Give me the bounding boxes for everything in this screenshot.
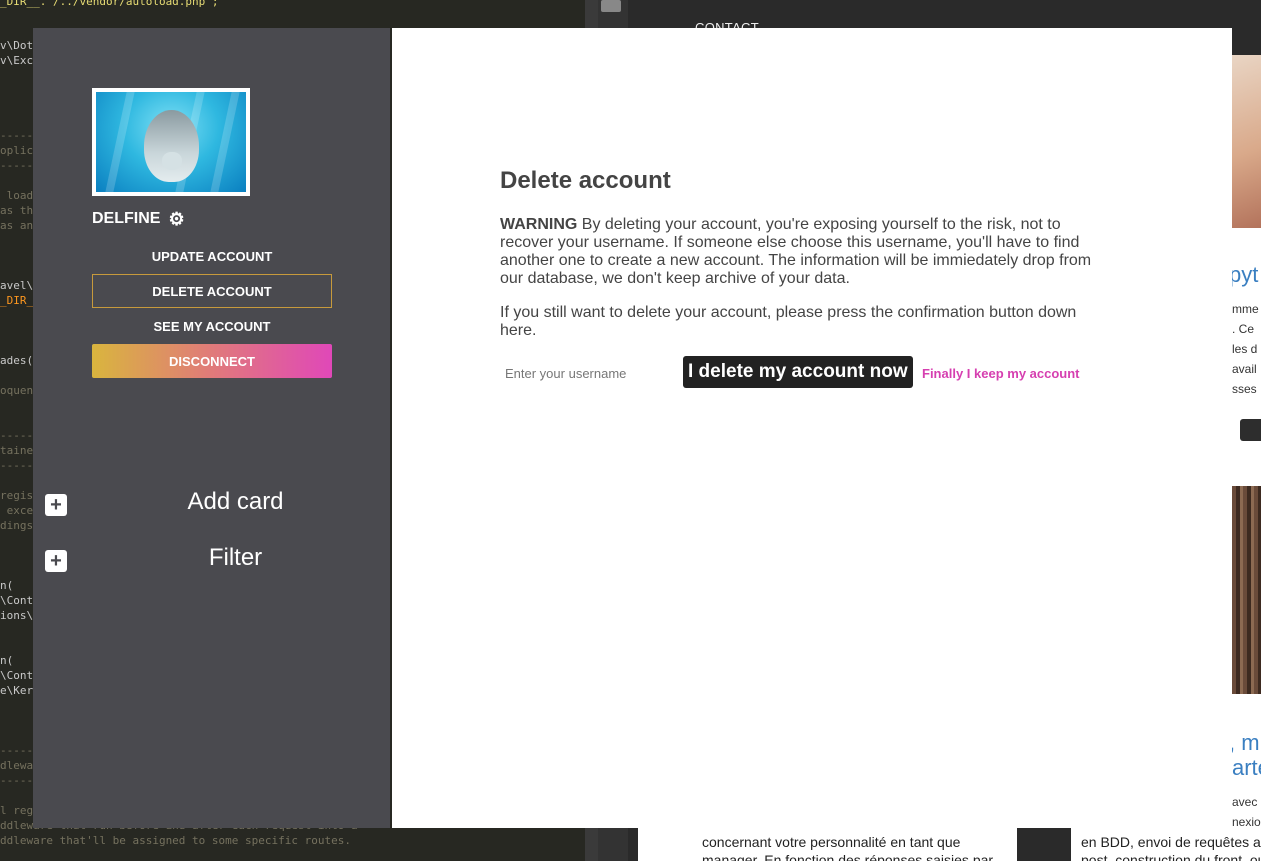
warning-text: By deleting your account, you're exposin… [500,216,1092,287]
modal-title: Delete account [500,167,671,194]
code-line: _DIR__.'/../vendor/autoload.php'; [0,0,219,8]
card-title-fragment[interactable]: arte [1232,755,1261,781]
filter-button[interactable]: + Filter [33,542,390,582]
code-line: v\Dot [0,39,34,52]
lock-icon [601,0,621,12]
code-line: ions\ [0,609,34,622]
card-image-hands [1232,55,1261,228]
code-line: n( [0,654,14,667]
code-line: taine [0,444,34,457]
code-line: l reg [0,804,34,817]
dolphin-snout [162,152,182,170]
code-line: oquen [0,384,34,397]
avatar [92,88,250,196]
code-line: exce [0,504,34,517]
bottom-card-text: en BDD, envoi de requêtes a [1081,834,1261,850]
dolphin-shape [144,110,199,182]
light-ray [105,92,135,192]
light-ray [210,92,240,192]
account-sidebar: DELFINE ⚙ UPDATE ACCOUNT DELETE ACCOUNT … [33,28,390,828]
delete-account-modal: Delete account WARNING By deleting your … [392,28,1232,828]
code-line: avel\ [0,279,34,292]
bottom-card: concernant votre personnalité en tant qu… [638,828,1017,861]
username-input[interactable] [500,359,675,387]
keep-account-link[interactable]: Finally I keep my account [922,366,1080,381]
bottom-card-text: manager. En fonction des réponses saisie… [702,852,994,861]
warning-paragraph: WARNING By deleting your account, you're… [500,216,1100,288]
confirm-paragraph: If you still want to delete your account… [500,304,1077,339]
card-title-fragment[interactable]: pyt [1229,262,1258,288]
code-line: dlewa [0,759,34,772]
filter-label: Filter [208,544,263,571]
code-line: regis [0,489,34,502]
code-line: \Cont [0,669,34,682]
update-account-button[interactable]: UPDATE ACCOUNT [92,239,332,273]
card-text-line: avec [1232,795,1258,809]
card-text-line: . Ce [1232,322,1255,336]
disconnect-button[interactable]: DISCONNECT [92,344,332,378]
code-line: e\Ker [0,684,34,697]
add-card-label: Add card [187,488,284,515]
code-line: as an [0,219,34,232]
bottom-card-text: post, construction du front, ou [1081,852,1261,861]
code-line: _DIR_ [0,294,34,307]
card-text-line: mme [1232,302,1259,316]
code-line: oplic [0,144,34,157]
gear-icon[interactable]: ⚙ [168,210,184,228]
code-line: ddleware that'll be assigned to some spe… [0,834,351,847]
confirm-delete-button[interactable]: I delete my account now [683,356,913,388]
card-text-line: sses [1232,382,1257,396]
see-my-account-button[interactable]: SEE MY ACCOUNT [92,309,332,343]
add-card-button[interactable]: + Add card [33,486,390,526]
card-text-line: les d [1232,342,1258,356]
code-line: as th [0,204,34,217]
delete-account-button[interactable]: DELETE ACCOUNT [92,274,332,308]
username-label: DELFINE [92,210,161,227]
bottom-card: en BDD, envoi de requêtes a post, constr… [1071,828,1261,861]
warning-label: WARNING [500,216,578,233]
card-title-fragment[interactable]: , m [1229,730,1260,756]
card-image-library [1232,486,1261,694]
code-line: load [0,189,34,202]
tag-chip[interactable] [1240,419,1261,441]
username-row: DELFINE ⚙ [92,210,185,228]
avatar-dolphin-image [96,92,246,192]
bottom-card-text: concernant votre personnalité en tant qu… [702,834,961,850]
code-line: v\Exc [0,54,34,67]
code-line: dings [0,519,34,532]
code-line: n( [0,579,14,592]
code-line: \Cont [0,594,34,607]
card-text-line: avail [1232,362,1257,376]
